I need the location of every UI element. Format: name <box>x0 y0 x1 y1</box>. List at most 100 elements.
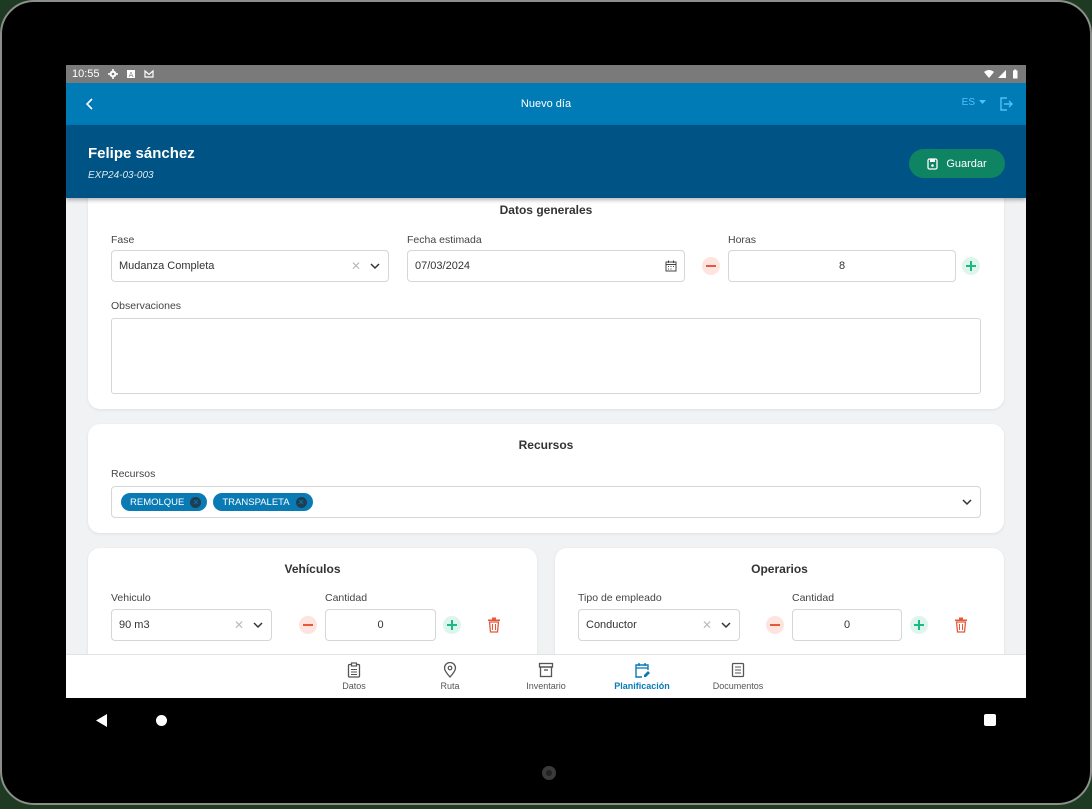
chevron-down-icon[interactable] <box>252 619 264 631</box>
vehiculos-title: Vehículos <box>284 562 341 576</box>
client-name: Felipe sánchez <box>88 145 195 162</box>
content-scroll-area[interactable]: Datos generales Fase Mudanza Completa ✕ … <box>66 198 1026 654</box>
nav-documentos[interactable]: Documentos <box>690 655 786 698</box>
recursos-title: Recursos <box>518 438 574 452</box>
expedient-code: EXP24-03-003 <box>88 170 154 181</box>
system-back-icon[interactable] <box>96 714 108 727</box>
nav-datos-label: Datos <box>342 681 366 691</box>
horas-increment-button[interactable] <box>962 257 980 275</box>
vehiculo-cantidad-label: Cantidad <box>325 592 368 604</box>
clear-icon[interactable]: ✕ <box>351 259 361 273</box>
resource-chip: TRANSPALETA ✕ <box>213 493 313 511</box>
expedient-header: Felipe sánchez EXP24-03-003 Guardar <box>66 125 1026 198</box>
battery-icon <box>1013 69 1018 79</box>
operarios-card: Operarios Tipo de empleado Conductor ✕ C… <box>555 548 1004 654</box>
fecha-label: Fecha estimada <box>407 234 482 246</box>
nav-inventario-label: Inventario <box>526 681 566 691</box>
wifi-icon <box>984 70 994 78</box>
tipo-empleado-label: Tipo de empleado <box>578 592 662 604</box>
vehiculo-cantidad-value: 0 <box>377 619 384 631</box>
calendar-edit-icon <box>635 663 650 678</box>
chevron-down-icon[interactable] <box>369 260 381 272</box>
signal-icon <box>998 70 1006 78</box>
chevron-down-icon[interactable] <box>720 619 732 631</box>
vehiculo-cantidad-decrement-button[interactable] <box>299 616 317 634</box>
nav-planificacion-label: Planificación <box>614 681 670 691</box>
operario-cantidad-label: Cantidad <box>792 592 835 604</box>
system-navigation-bar <box>66 698 1026 743</box>
recursos-multiselect[interactable]: REMOLQUE ✕ TRANSPALETA ✕ <box>111 486 981 518</box>
recursos-label: Recursos <box>111 468 156 480</box>
resource-chip: REMOLQUE ✕ <box>121 493 208 511</box>
vehiculo-label: Vehiculo <box>111 592 151 604</box>
back-chevron-icon[interactable] <box>82 95 98 113</box>
nav-documentos-label: Documentos <box>712 681 764 691</box>
minus-icon <box>770 624 780 626</box>
clear-icon[interactable]: ✕ <box>702 618 712 632</box>
save-button[interactable]: Guardar <box>909 149 1005 178</box>
trash-icon[interactable] <box>487 617 501 633</box>
fecha-value: 07/03/2024 <box>415 260 471 272</box>
horas-label: Horas <box>728 234 757 246</box>
operario-cantidad-input[interactable]: 0 <box>792 609 902 641</box>
trash-icon[interactable] <box>954 617 968 633</box>
resource-chip-label: REMOLQUE <box>130 496 185 508</box>
map-pin-icon <box>443 662 457 678</box>
plus-icon <box>447 620 457 630</box>
app-bar: Nuevo día ES <box>66 83 1026 125</box>
nav-datos[interactable]: Datos <box>306 655 402 698</box>
minus-icon <box>303 624 313 626</box>
fecha-input[interactable]: 07/03/2024 <box>407 250 685 282</box>
tipo-empleado-select[interactable]: Conductor ✕ <box>578 609 740 641</box>
fase-label: Fase <box>111 234 135 246</box>
status-bar: 10:55 A <box>66 65 1026 83</box>
a-badge-icon: A <box>126 70 135 79</box>
nav-ruta-label: Ruta <box>440 681 460 691</box>
recursos-card: Recursos Recursos REMOLQUE ✕ TRANSPALETA… <box>88 424 1004 533</box>
horas-value: 8 <box>838 260 846 272</box>
nav-inventario[interactable]: Inventario <box>498 655 594 698</box>
archive-box-icon <box>538 662 554 678</box>
language-selector[interactable]: ES <box>962 97 986 108</box>
system-recents-button[interactable] <box>984 714 996 726</box>
logout-icon[interactable] <box>998 96 1014 112</box>
chevron-down-icon[interactable] <box>961 496 973 508</box>
vehiculos-card: Vehículos Vehiculo 90 m3 ✕ Cantidad 0 <box>88 548 537 654</box>
chip-remove-icon[interactable]: ✕ <box>190 496 202 508</box>
chip-remove-icon[interactable]: ✕ <box>295 496 307 508</box>
clear-icon[interactable]: ✕ <box>234 618 244 632</box>
status-time: 10:55 <box>72 68 100 80</box>
system-home-button[interactable] <box>156 715 167 726</box>
tipo-empleado-value: Conductor <box>586 619 637 631</box>
plus-icon <box>914 620 924 630</box>
observaciones-textarea[interactable] <box>111 318 981 394</box>
screen: 10:55 A Nuevo día ES Felipe sánchez EXP2… <box>66 65 1026 743</box>
horas-input[interactable]: 8 <box>728 250 956 282</box>
observaciones-label: Observaciones <box>111 300 182 312</box>
fase-value: Mudanza Completa <box>119 260 215 272</box>
app-bar-title: Nuevo día <box>520 98 572 110</box>
svg-text:A: A <box>128 71 133 79</box>
vehiculo-cantidad-increment-button[interactable] <box>443 616 461 634</box>
nav-planificacion[interactable]: Planificación <box>594 655 690 698</box>
vehiculo-select[interactable]: 90 m3 ✕ <box>111 609 272 641</box>
operario-cantidad-increment-button[interactable] <box>910 616 928 634</box>
bottom-navigation: Datos Ruta Inventario Planificación Docu… <box>66 654 1026 698</box>
calendar-icon[interactable] <box>665 260 677 272</box>
operarios-title: Operarios <box>751 562 808 576</box>
resource-chip-label: TRANSPALETA <box>222 496 290 508</box>
vehiculo-cantidad-input[interactable]: 0 <box>325 609 436 641</box>
datos-generales-card: Datos generales Fase Mudanza Completa ✕ … <box>88 198 1004 409</box>
horas-decrement-button[interactable] <box>702 257 720 275</box>
nav-ruta[interactable]: Ruta <box>402 655 498 698</box>
plus-icon <box>966 261 976 271</box>
operario-cantidad-decrement-button[interactable] <box>766 616 784 634</box>
gmail-icon <box>143 69 154 78</box>
fase-select[interactable]: Mudanza Completa ✕ <box>111 250 389 282</box>
vehiculo-value: 90 m3 <box>119 619 150 631</box>
minus-icon <box>706 265 716 267</box>
clipboard-icon <box>347 662 361 678</box>
settings-icon <box>107 69 118 79</box>
caret-down-icon <box>979 100 986 104</box>
save-button-label: Guardar <box>946 157 987 170</box>
